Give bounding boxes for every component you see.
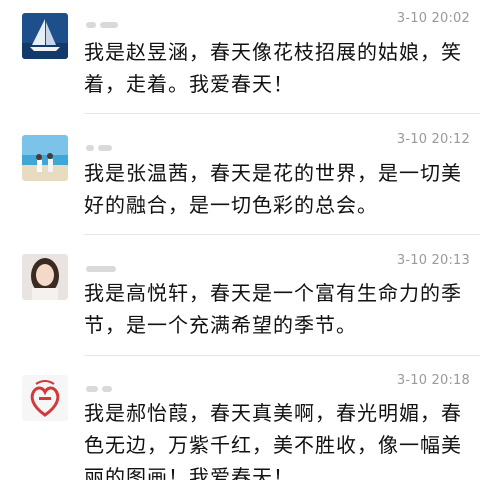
- ping-an-emblem-avatar[interactable]: [22, 375, 68, 421]
- username-redacted: [86, 378, 146, 392]
- username-redacted: [86, 258, 146, 272]
- divider: [84, 234, 480, 235]
- comment-text: 我是张温茜，春天是花的世界，是一切美好的融合，是一切色彩的总会。: [84, 161, 462, 217]
- comment-timestamp: 3-10 20:12: [396, 132, 470, 147]
- comment-timestamp: 3-10 20:13: [396, 253, 470, 268]
- username-redacted: [86, 137, 146, 151]
- comment-timestamp: 3-10 20:18: [396, 373, 470, 388]
- comment-text: 我是高悦轩，春天是一个富有生命力的季节，是一个充满希望的季节。: [84, 281, 462, 337]
- divider: [84, 355, 480, 356]
- username-redacted: [86, 14, 146, 28]
- beach-people-photo-avatar[interactable]: [22, 135, 68, 181]
- woman-portrait-avatar[interactable]: [22, 254, 68, 300]
- comment-feed: 3-10 20:02 我是赵昱涵，春天像花枝招展的姑娘，笑着，走着。我爱春天！ …: [0, 0, 480, 480]
- comment-text: 我是郝怡葭，春天真美啊，春光明媚，春色无边，万紫千红，美不胜收，像一幅美丽的图画…: [84, 401, 462, 480]
- comment-timestamp: 3-10 20:02: [396, 11, 470, 26]
- comment-text: 我是赵昱涵，春天像花枝招展的姑娘，笑着，走着。我爱春天！: [84, 40, 462, 96]
- divider: [84, 113, 480, 114]
- sailboat-photo-avatar[interactable]: [22, 13, 68, 59]
